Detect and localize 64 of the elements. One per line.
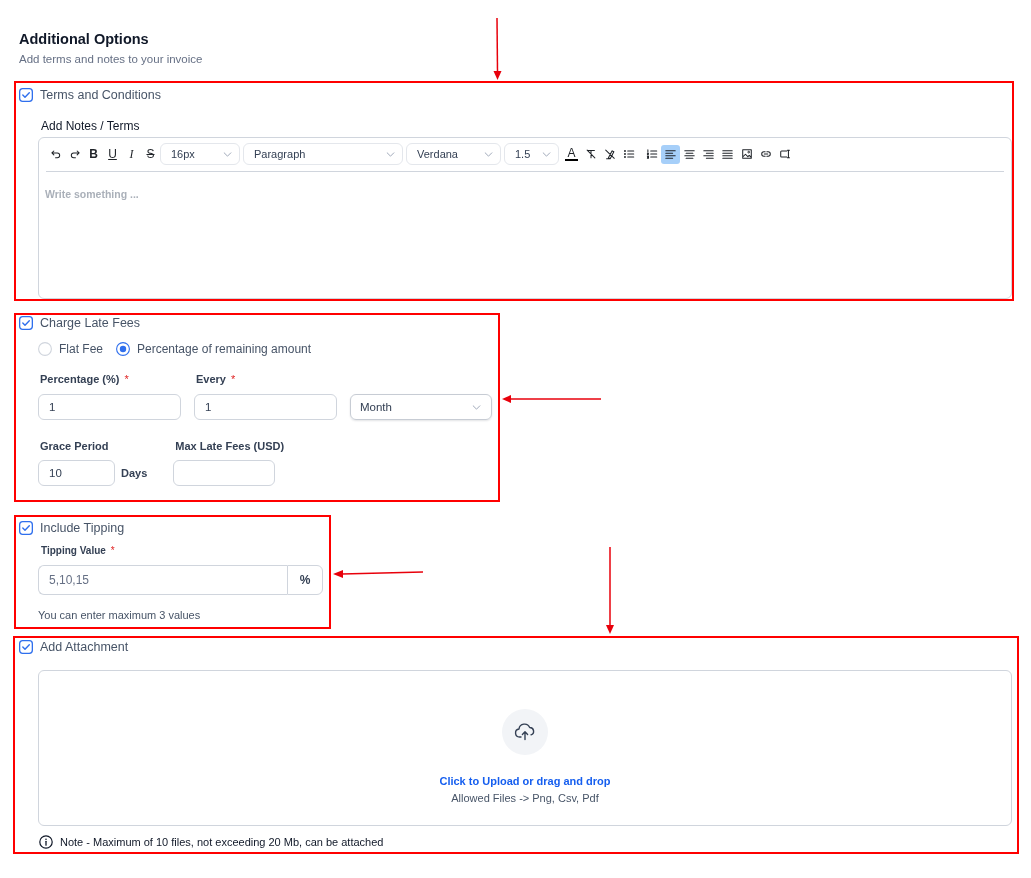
eraser-icon[interactable]: [603, 148, 616, 160]
bullet-list-icon[interactable]: [622, 148, 635, 160]
field-label: Add Notes / Terms: [41, 118, 140, 134]
grace-period-input[interactable]: 10: [38, 460, 115, 486]
bold-button[interactable]: B: [87, 146, 100, 162]
underline-button[interactable]: U: [106, 146, 119, 162]
checkbox[interactable]: [19, 316, 33, 330]
upload-link[interactable]: Click to Upload or drag and drop: [439, 774, 611, 788]
note-text: Note - Maximum of 10 files, not exceeding 20 Mb, can be attached: [60, 835, 384, 849]
field-label: Max Late Fees (USD): [175, 439, 285, 453]
checkbox-label[interactable]: Add Attachment: [40, 639, 129, 655]
strikethrough-button[interactable]: S: [144, 146, 157, 162]
field-label: Tipping Value: [41, 544, 106, 558]
image-icon[interactable]: [740, 148, 753, 160]
align-left-icon[interactable]: [661, 144, 680, 164]
hint-text: You can enter maximum 3 values: [38, 608, 201, 622]
section-subtitle: Add terms and notes to your invoice: [19, 52, 203, 67]
radio-label[interactable]: Flat Fee: [59, 341, 103, 357]
line-height-dropdown[interactable]: 1.5: [504, 143, 559, 165]
checkbox[interactable]: [19, 88, 33, 102]
cloud-upload-icon[interactable]: [502, 709, 548, 755]
required-mark: *: [110, 544, 115, 558]
percent-addon: %: [287, 565, 323, 595]
block-format-dropdown[interactable]: Paragraph: [243, 143, 403, 165]
checkbox-label[interactable]: Include Tipping: [40, 520, 125, 536]
info-icon: [39, 835, 53, 849]
chevron-down-icon: [472, 404, 481, 410]
max-fees-input[interactable]: [173, 460, 276, 486]
chevron-down-icon: [484, 151, 493, 157]
clear-format-icon[interactable]: [584, 148, 597, 160]
radio-label[interactable]: Percentage of remaining amount: [137, 341, 312, 357]
allowed-files-text: Allowed Files -> Png, Csv, Pdf: [451, 791, 599, 805]
required-mark: *: [124, 372, 129, 386]
upload-dropzone[interactable]: Click to Upload or drag and drop Allowed Files -> Png, Csv, Pdf: [38, 670, 1012, 826]
redo-icon[interactable]: [68, 148, 81, 160]
font-family-dropdown[interactable]: Verdana: [406, 143, 501, 165]
chevron-down-icon: [542, 151, 551, 157]
chevron-down-icon: [386, 151, 395, 157]
required-mark: *: [231, 372, 236, 386]
section-title: Additional Options: [19, 30, 149, 49]
link-icon[interactable]: [759, 148, 772, 160]
text-field-icon[interactable]: [778, 148, 791, 160]
numbered-list-icon[interactable]: [645, 148, 658, 160]
every-input[interactable]: 1: [194, 394, 337, 420]
unit-label: Days: [121, 467, 148, 479]
chevron-down-icon: [223, 151, 232, 157]
interval-dropdown[interactable]: Month: [350, 394, 492, 420]
checkbox-label[interactable]: Charge Late Fees: [40, 315, 141, 331]
tipping-input[interactable]: 5,10,15: [38, 565, 287, 595]
undo-icon[interactable]: [49, 148, 62, 160]
italic-button[interactable]: I: [125, 146, 138, 162]
percentage-input[interactable]: 1: [38, 394, 181, 420]
font-size-dropdown[interactable]: 16px: [160, 143, 240, 165]
field-label: Grace Period: [40, 439, 109, 453]
checkbox[interactable]: [19, 640, 33, 654]
text-color-button[interactable]: A: [565, 147, 578, 161]
rich-text-editor[interactable]: B U I S 16px Paragraph Verdana 1.5 A Write something ...: [38, 137, 1012, 299]
annotation-arrow: [493, 17, 502, 80]
checkbox[interactable]: [19, 521, 33, 535]
field-label: Percentage (%): [40, 372, 120, 386]
editor-text-area[interactable]: Write something ...: [39, 172, 1011, 298]
radio-button[interactable]: [116, 342, 130, 356]
field-label: Every: [196, 372, 226, 386]
checkbox-label[interactable]: Terms and Conditions: [40, 87, 161, 103]
